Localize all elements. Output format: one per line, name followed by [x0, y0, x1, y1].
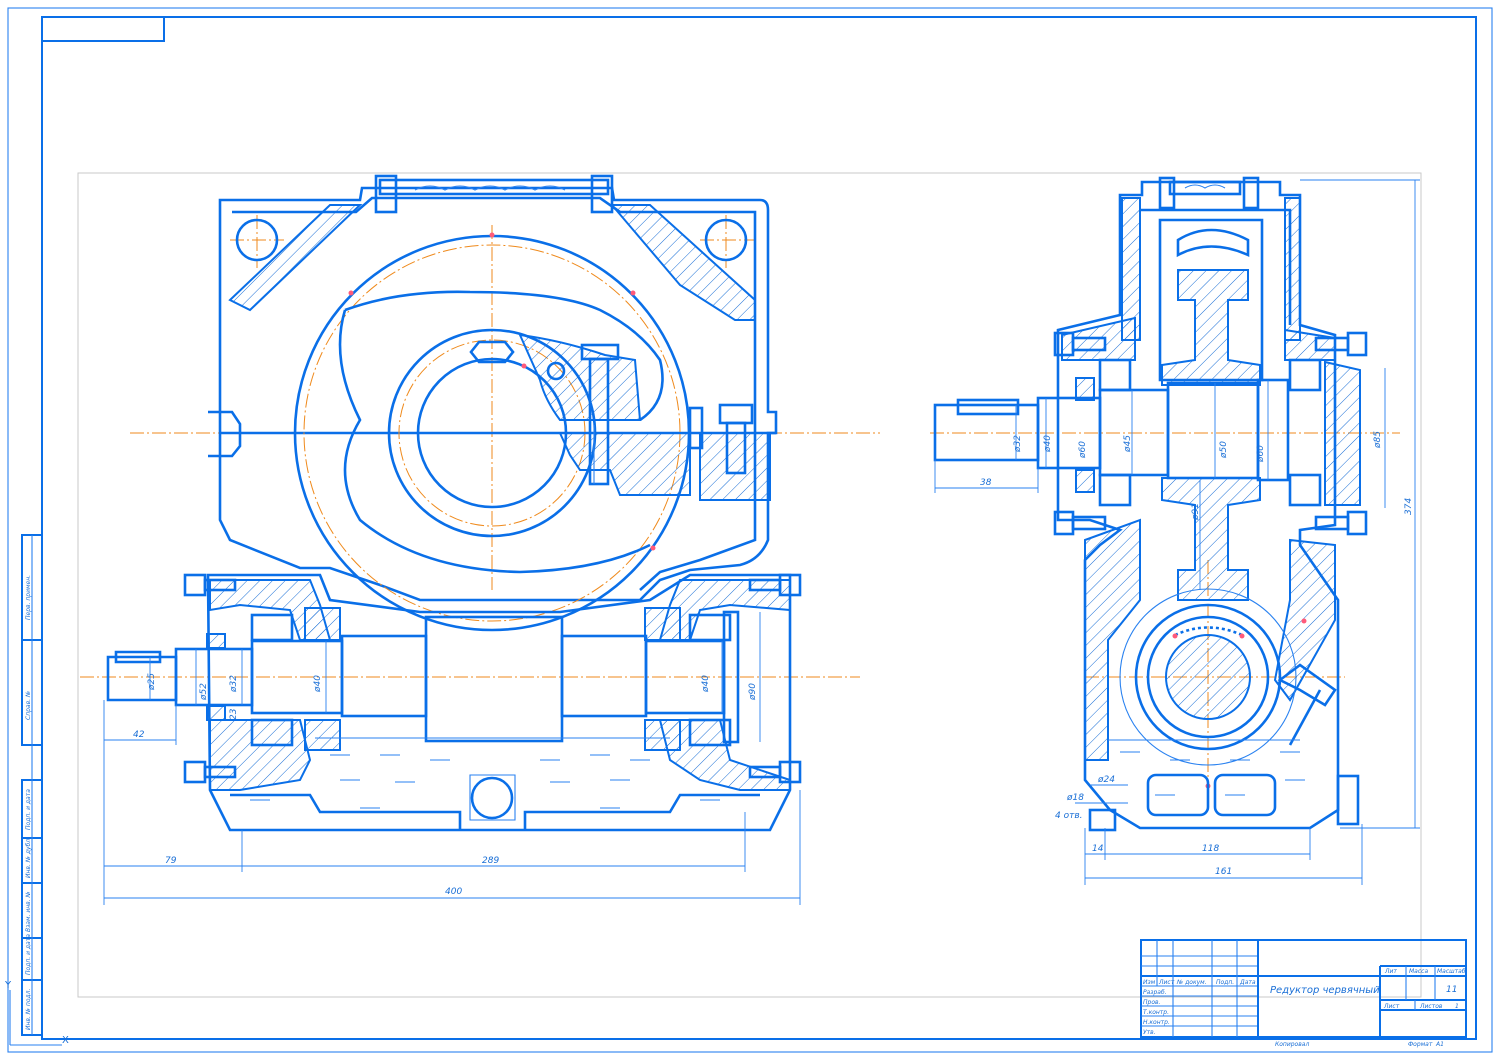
- side-drain-plug: [1336, 774, 1360, 826]
- tb-t-control: Т.контр.: [1143, 1009, 1169, 1016]
- drawing-canvas: Перв. примен. Справ. № Подп. и дата Инв.…: [4, 7, 1493, 1053]
- side-bearing-right-top: [1288, 358, 1322, 392]
- dim-d40-right: ø40: [701, 675, 711, 693]
- dim-side-d60b: ø60: [1256, 445, 1266, 463]
- stamp-perv-primen: Перв. примен.: [25, 575, 32, 620]
- front-view: ø25 ø52 ø32 23 ø40 ø40 ø90 42 79 289 400: [80, 174, 880, 905]
- side-wheel-teeth: [1176, 228, 1250, 258]
- tb-date: Дата: [1239, 979, 1256, 986]
- stamp-inv-dubl: Инв. № дубл.: [25, 837, 32, 878]
- tb-izm: Изм: [1143, 979, 1156, 986]
- dim-side-d32: ø32: [1013, 435, 1023, 453]
- tb-approved: Утв.: [1143, 1029, 1156, 1036]
- side-end-cap-hatch: [1324, 360, 1361, 506]
- dim-d32: ø32: [229, 675, 239, 693]
- sheet-frame: [7, 7, 1493, 1053]
- tb-lit: Лит: [1384, 968, 1397, 975]
- tb-sign: Подп.: [1216, 979, 1234, 986]
- dim-side-161: 161: [1215, 867, 1232, 877]
- dim-side-118: 118: [1202, 844, 1219, 854]
- axis-x-label: X: [62, 1035, 69, 1046]
- dim-side-holes: 4 отв.: [1055, 811, 1083, 821]
- side-shaft: [933, 378, 1290, 482]
- side-view: ø32 ø40 ø60 ø45 ø50 ø60 ø85 ø91 38 374 ø…: [930, 176, 1420, 885]
- tb-n-control: Н.контр.: [1143, 1019, 1170, 1026]
- tb-sheets-label: Листов: [1419, 1003, 1443, 1010]
- drain-plug: [470, 776, 514, 820]
- stamp-sprav: Справ. №: [25, 691, 32, 720]
- tb-sheets: 1: [1455, 1003, 1459, 1010]
- axis-y-label: Y: [4, 980, 12, 991]
- tb-copied: Копировал: [1275, 1041, 1309, 1048]
- side-bearing-right-bottom: [1288, 473, 1322, 507]
- dim-23: 23: [229, 708, 239, 720]
- cover-hatch-top: [518, 333, 642, 421]
- side-seal-bottom: [1075, 469, 1095, 493]
- dim-d90: ø90: [748, 683, 758, 701]
- dim-side-d40: ø40: [1043, 435, 1053, 453]
- side-flange-hatch-right: [1284, 328, 1336, 361]
- spacer-hatch-right-bottom: [644, 719, 681, 751]
- tb-doc-no: № докум.: [1176, 979, 1207, 986]
- dim-42: 42: [133, 730, 145, 740]
- side-bearing-left-top: [1098, 358, 1132, 392]
- drawing-sheet: Перв. примен. Справ. № Подп. и дата Инв.…: [0, 0, 1499, 1056]
- spacer-hatch-left-bottom: [304, 719, 341, 751]
- dim-side-d50: ø50: [1219, 441, 1229, 459]
- spacer-hatch-left-top: [304, 607, 341, 641]
- seal-left-top: [206, 633, 226, 649]
- flange-hatch-right: [699, 432, 771, 501]
- tb-developed: Разраб.: [1143, 989, 1167, 996]
- stamp-podp-data-1: Подп. и дата: [25, 789, 32, 830]
- tb-checked: Пров.: [1143, 999, 1161, 1006]
- tb-mass: Масса: [1409, 968, 1428, 975]
- dim-side-14: 14: [1092, 844, 1104, 854]
- dim-side-d85: ø85: [1373, 431, 1383, 449]
- dim-side-374: 374: [1404, 498, 1414, 515]
- stamp-inv-podl: Инв. № подл.: [25, 989, 32, 1030]
- dim-d40-left: ø40: [313, 675, 323, 693]
- dim-side-38: 38: [980, 478, 992, 488]
- dim-d25: ø25: [147, 673, 157, 691]
- inspection-cover: [374, 174, 614, 214]
- tb-format-label: Формат: [1408, 1041, 1433, 1048]
- dim-side-d91: ø91: [1191, 503, 1201, 521]
- dim-side-d18: ø18: [1066, 793, 1084, 803]
- tb-scale: Масштаб: [1437, 968, 1466, 975]
- side-stamp: Перв. примен. Справ. № Подп. и дата Инв.…: [21, 534, 43, 1036]
- housing-base-inner: [230, 793, 760, 830]
- side-wheel-upper-hatch: [1161, 269, 1261, 386]
- side-foot: [1088, 808, 1117, 832]
- dim-side-d24: ø24: [1097, 775, 1115, 785]
- tb-sheet-number: 11: [1446, 985, 1457, 995]
- side-wall-hatch-right: [1284, 197, 1301, 341]
- spacer-hatch-right-top: [644, 607, 681, 641]
- dim-d52: ø52: [199, 683, 209, 701]
- dim-79: 79: [165, 856, 177, 866]
- dim-400: 400: [445, 887, 462, 897]
- dim-side-d60a: ø60: [1078, 441, 1088, 459]
- worm-thread: [424, 615, 564, 743]
- axis-marker: Y X: [4, 980, 69, 1046]
- dim-289: 289: [482, 856, 499, 866]
- stamp-vzam-inv: Взам. инв. №: [25, 891, 32, 932]
- side-seal-top: [1075, 377, 1095, 401]
- title-block: Изм Лист № докум. Подп. Дата Разраб. Про…: [1140, 939, 1467, 1048]
- tb-format-value: А1: [1435, 1041, 1444, 1048]
- bearing-left-top: [250, 613, 294, 642]
- side-bearing-left-bottom: [1098, 473, 1132, 507]
- side-lower-hatch-left: [1084, 518, 1141, 761]
- corner-stamp: [41, 16, 165, 42]
- left-bearing-housing-hatch-lower: [209, 719, 312, 791]
- tb-sheet: Лист: [1383, 1003, 1400, 1010]
- drawing-title: Редуктор червячный: [1270, 985, 1380, 996]
- side-worm-core: [1165, 634, 1251, 720]
- side-wheel-lower-hatch: [1161, 477, 1261, 601]
- seal-left-bottom: [206, 705, 226, 721]
- stamp-podp-data-2: Подп. и дата: [25, 934, 32, 975]
- side-top-cover: [1158, 176, 1260, 210]
- tb-list: Лист: [1158, 979, 1175, 986]
- dim-side-d45: ø45: [1123, 435, 1133, 453]
